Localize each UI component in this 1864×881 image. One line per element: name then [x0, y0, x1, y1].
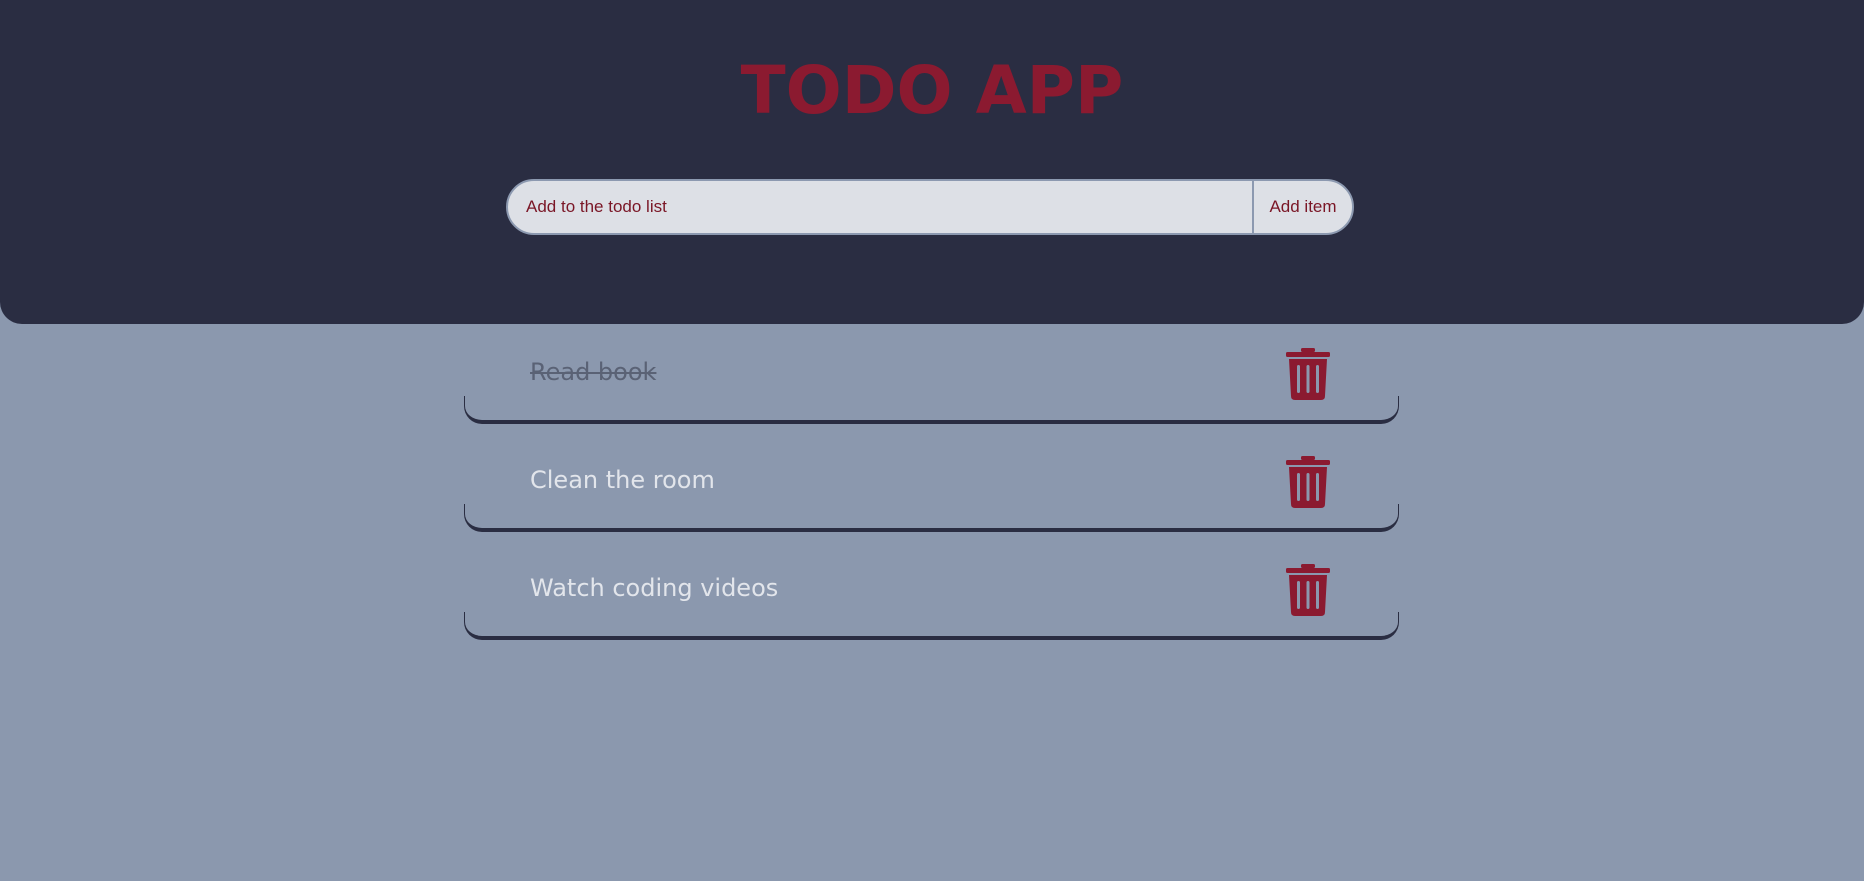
todo-label[interactable]: Watch coding videos — [530, 572, 778, 604]
delete-button[interactable] — [1284, 348, 1332, 400]
todo-item: Watch coding videos — [464, 540, 1399, 640]
todo-item: Clean the room — [464, 432, 1399, 532]
todo-list: Read book Clean the room Watch coding vi… — [464, 324, 1399, 648]
trash-icon — [1286, 564, 1330, 616]
add-item-button[interactable]: Add item — [1252, 181, 1352, 233]
todo-input[interactable] — [508, 181, 1252, 233]
trash-icon — [1286, 456, 1330, 508]
delete-button[interactable] — [1284, 564, 1332, 616]
app-header: TODO APP Add item — [0, 0, 1864, 324]
add-todo-form: Add item — [506, 179, 1354, 235]
todo-label[interactable]: Clean the room — [530, 464, 715, 496]
todo-label[interactable]: Read book — [530, 356, 656, 388]
todo-item: Read book — [464, 324, 1399, 424]
trash-icon — [1286, 348, 1330, 400]
delete-button[interactable] — [1284, 456, 1332, 508]
page-title: TODO APP — [740, 52, 1124, 129]
